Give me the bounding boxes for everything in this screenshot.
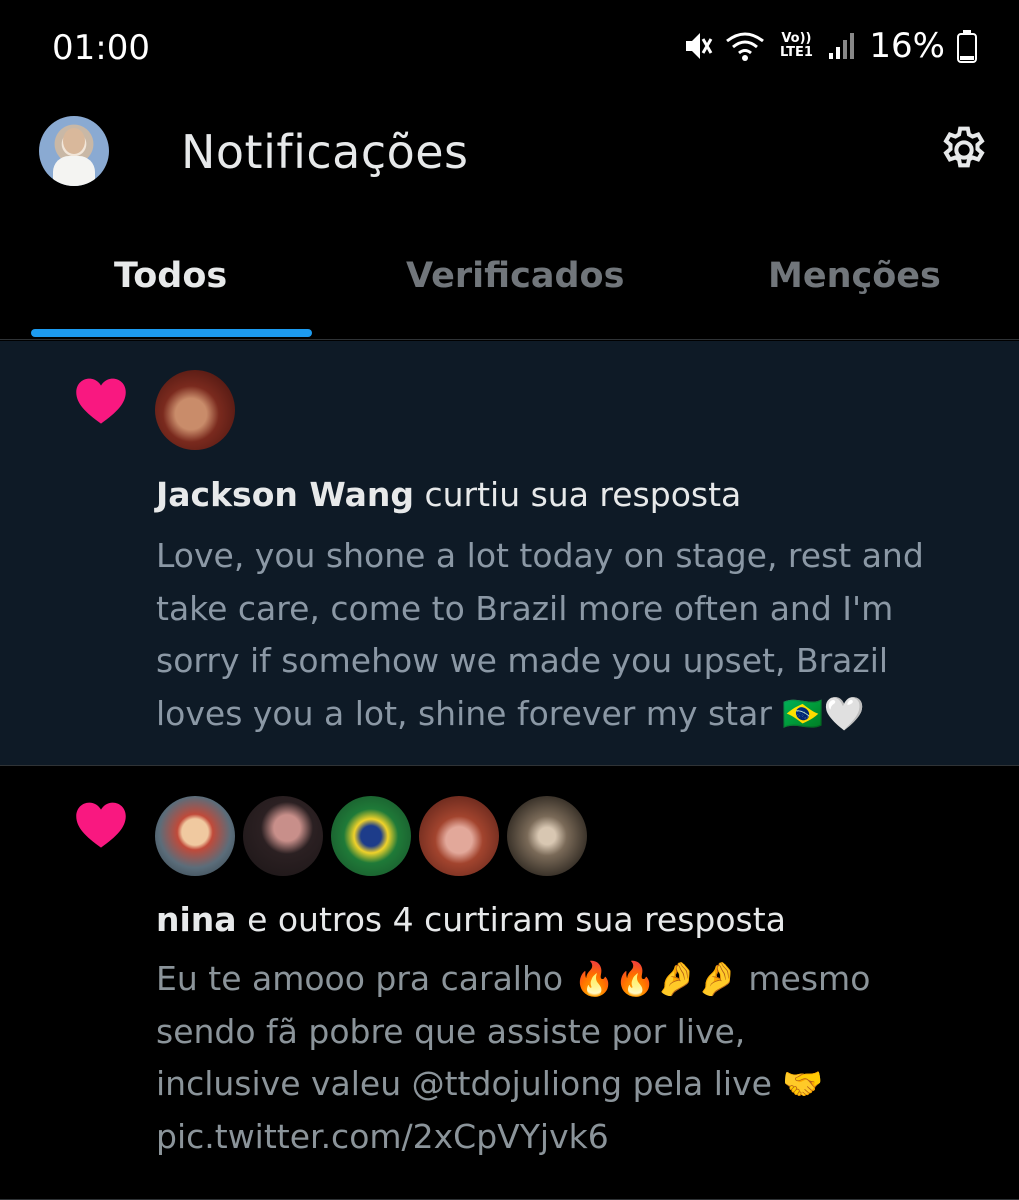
tab-todos[interactable]: Todos: [114, 256, 227, 296]
notification-headline: nina e outros 4 curtiram sua resposta: [156, 894, 996, 946]
actor-avatars: [155, 370, 235, 450]
actor-name[interactable]: Jackson Wang: [156, 475, 414, 514]
tab-verificados[interactable]: Verificados: [406, 256, 624, 296]
heart-icon: [76, 378, 126, 424]
avatar[interactable]: [155, 370, 235, 450]
battery-percentage: 16%: [869, 26, 945, 66]
notification-body: Eu te amooo pra caralho 🔥🔥🤌🤌 mesmo sendo…: [156, 959, 871, 1156]
mute-icon: [686, 33, 713, 59]
notification-body: Love, you shone a lot today on stage, re…: [156, 536, 924, 733]
battery-icon: [957, 30, 977, 63]
network-type-label: Vo)) LTE1: [779, 31, 813, 60]
profile-avatar[interactable]: [39, 116, 109, 186]
avatar[interactable]: [507, 796, 587, 876]
avatar[interactable]: [331, 796, 411, 876]
notification-action: curtiu sua resposta: [413, 475, 742, 514]
avatar-head: [63, 128, 85, 154]
notification-item[interactable]: Jackson Wang curtiu sua resposta Love, y…: [0, 341, 1019, 766]
gear-icon: [943, 126, 985, 168]
settings-button[interactable]: [937, 123, 991, 177]
notification-action: e outros 4 curtiram sua resposta: [236, 900, 786, 939]
actor-name[interactable]: nina: [156, 900, 237, 939]
notification-headline: Jackson Wang curtiu sua resposta: [156, 469, 996, 521]
avatar[interactable]: [243, 796, 323, 876]
avatar-shirt: [53, 156, 95, 186]
avatar[interactable]: [155, 796, 235, 876]
signal-icon: [829, 33, 855, 59]
tab-mencoes[interactable]: Menções: [768, 256, 941, 296]
status-bar: 01:00 Vo)) LTE1 16%: [0, 0, 1019, 95]
notification-item[interactable]: nina e outros 4 curtiram sua resposta Eu…: [0, 766, 1019, 1200]
tab-bar: Todos Verificados Menções: [0, 232, 1019, 340]
status-icons: Vo)) LTE1 16%: [683, 26, 977, 66]
active-tab-indicator: [31, 329, 312, 337]
actor-avatars: [155, 796, 587, 876]
heart-icon: [76, 802, 126, 848]
page-title: Notificações: [181, 125, 469, 179]
wifi-icon: [726, 32, 765, 61]
status-time: 01:00: [52, 28, 150, 68]
avatar[interactable]: [419, 796, 499, 876]
header: Notificações: [0, 95, 1019, 215]
